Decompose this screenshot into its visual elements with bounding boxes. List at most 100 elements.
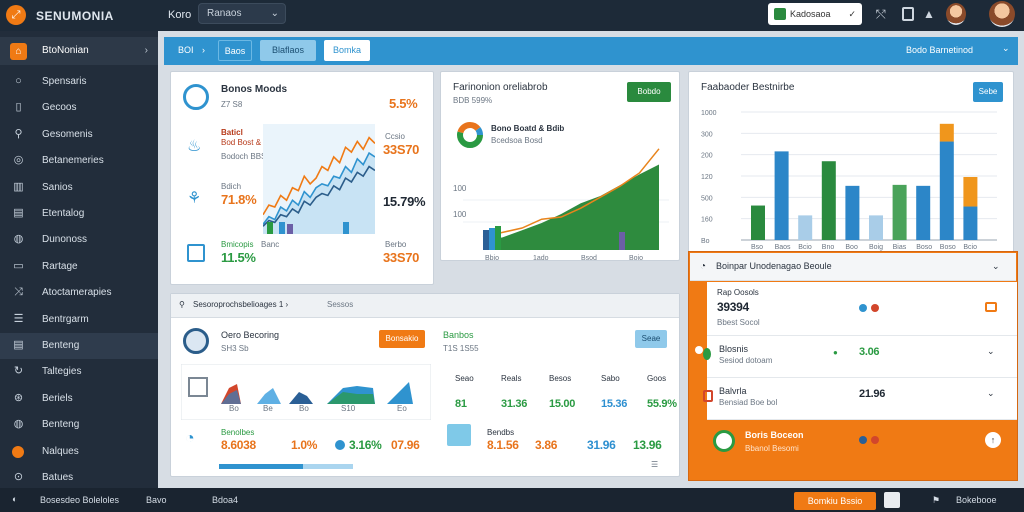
sidebar-item-label: Taltegies [42, 366, 82, 378]
table-cell: 55.9% [647, 398, 677, 410]
row2-value: 71.8% [221, 192, 257, 207]
bell-icon[interactable]: ▲ [923, 3, 935, 25]
chevron-down-icon[interactable]: ⌄ [1002, 43, 1010, 54]
y-tick-label: 1000 [701, 110, 717, 117]
sidebar-item-label: Benteng [42, 340, 80, 351]
x-tick-label: Bias [893, 244, 907, 251]
sidebar-item-label: Betanemeries [42, 155, 104, 167]
row2-r-b: 3.86 [535, 438, 558, 452]
footer-link[interactable]: Bdoa4 [212, 495, 238, 505]
mini-chart-tick: Bo [229, 404, 239, 413]
user-avatar[interactable] [989, 1, 1015, 27]
tab-bomka[interactable]: Bomka [324, 40, 370, 61]
sidebar-item-label: Rartage [42, 260, 78, 272]
menu-icon[interactable]: ☰ [651, 460, 658, 469]
action-button[interactable]: Bobdo [627, 82, 671, 102]
search-dropdown[interactable]: Ranaos ⌄ [198, 3, 286, 24]
table-header-icon: ⚲ [179, 300, 185, 309]
sidebar-item-label: Dunonoss [42, 234, 88, 246]
bar-mark [343, 222, 349, 234]
row2-c: 3.16% [349, 438, 382, 452]
footer-button[interactable]: Bomkiu Bssio [794, 492, 876, 510]
secondary-button[interactable]: Seae [635, 330, 667, 348]
line-chart [263, 124, 375, 234]
chevron-down-icon[interactable]: ⌄ [987, 388, 995, 399]
mini-chart-tick: Eo [397, 404, 407, 413]
tab-blaflaos[interactable]: Blaflaos [260, 40, 316, 61]
sidebar-item-icon: ☰ [13, 312, 24, 325]
breadcrumb[interactable]: BOI [178, 45, 194, 55]
sidebar-item[interactable]: ○ Spensaris [0, 69, 158, 95]
sidebar-item[interactable]: ☰ Bentrgarm [0, 307, 158, 333]
tablet-icon[interactable] [902, 7, 914, 21]
home-icon: ⌂ [10, 43, 27, 60]
sidebar-item[interactable]: ◍ Dunonoss [0, 227, 158, 253]
y-tick-label: 500 [701, 195, 713, 202]
sidebar-item[interactable]: ◍ Benteng [0, 412, 158, 438]
y-tick-label: 200 [701, 153, 713, 160]
sidebar-item[interactable]: ⊛ Beriels [0, 386, 158, 412]
kpi-value: 5.5% [389, 96, 418, 111]
status-label: Kadosaoa [790, 9, 831, 19]
x-tick-label: Bsod [581, 255, 597, 262]
performance-card: Bonos Moods Z7 S8 5.5% ♨ Baticl Bod Bost… [170, 71, 434, 285]
footer-link[interactable]: Bavo [146, 495, 167, 505]
list-item[interactable]: Rap Oosols 39394 Bbest Socol [707, 282, 1017, 336]
sidebar-item[interactable]: ⤨ Atoctamerapies [0, 280, 158, 306]
sidebar-item[interactable]: ◎ Betanemeries [0, 148, 158, 174]
mini-chart-tick: Bo [299, 404, 309, 413]
primary-button[interactable]: Bonsakio [379, 330, 425, 348]
status-selector[interactable]: Kadosaoa ✓ [768, 3, 862, 25]
sidebar-item[interactable]: ↻ Taltegies [0, 359, 158, 385]
sidebar-item[interactable]: ⚲ Gesomenis [0, 122, 158, 148]
app-logo-icon[interactable]: ⤢ [6, 5, 26, 25]
arrow-up-icon[interactable]: ↑ [985, 432, 1001, 448]
bar-mark [916, 185, 931, 240]
footer-link[interactable]: Bosesdeo Boleloles [40, 495, 119, 505]
sidebar-item[interactable]: ▤ Benteng [0, 333, 158, 359]
avatar[interactable] [946, 3, 966, 25]
sidebar-item[interactable]: ▤ Etentalog [0, 201, 158, 227]
trend-card: Farinonion oreliabrob BDB 599% Bobdo Bon… [440, 71, 680, 262]
sidebar-item-icon: ⚲ [14, 127, 23, 140]
column-header: Reals [501, 374, 522, 383]
table-cell: 81 [455, 398, 467, 410]
chevron-down-icon[interactable]: ⌄ [992, 261, 1000, 272]
mid-sub: T1S 1S55 [443, 344, 479, 353]
status-dot [871, 436, 879, 444]
check-icon: ✓ [848, 9, 856, 19]
sidebar-item-icon: ⤨ [14, 286, 23, 299]
search-value: Ranaos [207, 8, 242, 19]
bar-mark [869, 215, 883, 240]
sidebar-item[interactable]: Nalques [0, 439, 158, 465]
list-item[interactable]: Balvrla Bensiad Boe bol 21.96 ⌄ [703, 378, 1017, 420]
sidebar-header[interactable]: ⌂ BtoNonian › [0, 37, 158, 65]
tab-baos[interactable]: Baos [218, 40, 252, 61]
footer-link[interactable]: Bokebooe [956, 495, 997, 505]
sidebar-item-label: Atoctamerapies [42, 287, 112, 299]
chevron-down-icon[interactable]: ⌄ [987, 346, 995, 357]
status-dot: ● [833, 348, 838, 357]
share-icon[interactable]: ⤲ [876, 3, 886, 25]
summary-table-card: ⚲ Sesoroprochsbelioages 1 › Sessos Oero … [170, 293, 680, 477]
list-item[interactable]: Blosnis Sesiod dotoam ● 3.06 ⌄ [703, 336, 1017, 378]
sidebar-item-label: Bentrgarm [42, 313, 89, 325]
bar-mark [774, 151, 789, 240]
action-button[interactable]: Sebe [973, 82, 1003, 102]
date-range-label[interactable]: Bodo Barnetinod [906, 45, 973, 55]
table-cell: 15.36 [601, 398, 628, 410]
square-icon[interactable] [884, 492, 900, 508]
flame-icon: ♨ [187, 138, 202, 155]
highlight-item[interactable]: Boris Boceon Bbanol Besomi ↑ [707, 422, 1017, 462]
sidebar-item[interactable]: ▭ Rartage [0, 254, 158, 280]
power-icon[interactable]: ◐ [12, 494, 17, 504]
row2-label: Benolbes [221, 428, 255, 437]
sidebar-item[interactable]: ▯ Gecoos [0, 95, 158, 121]
panel-header: ◔ Boinpar Unodenagao Beoule ⌄ [690, 253, 1016, 281]
row2-r-label: Bendbs [487, 428, 515, 437]
status-dot [335, 440, 345, 450]
nav-link[interactable]: Koro [168, 9, 191, 21]
card-title: Bonos Moods [221, 84, 288, 95]
sidebar-item[interactable]: ▥ Sanios [0, 175, 158, 201]
flag-icon[interactable]: ⚑ [932, 495, 940, 506]
